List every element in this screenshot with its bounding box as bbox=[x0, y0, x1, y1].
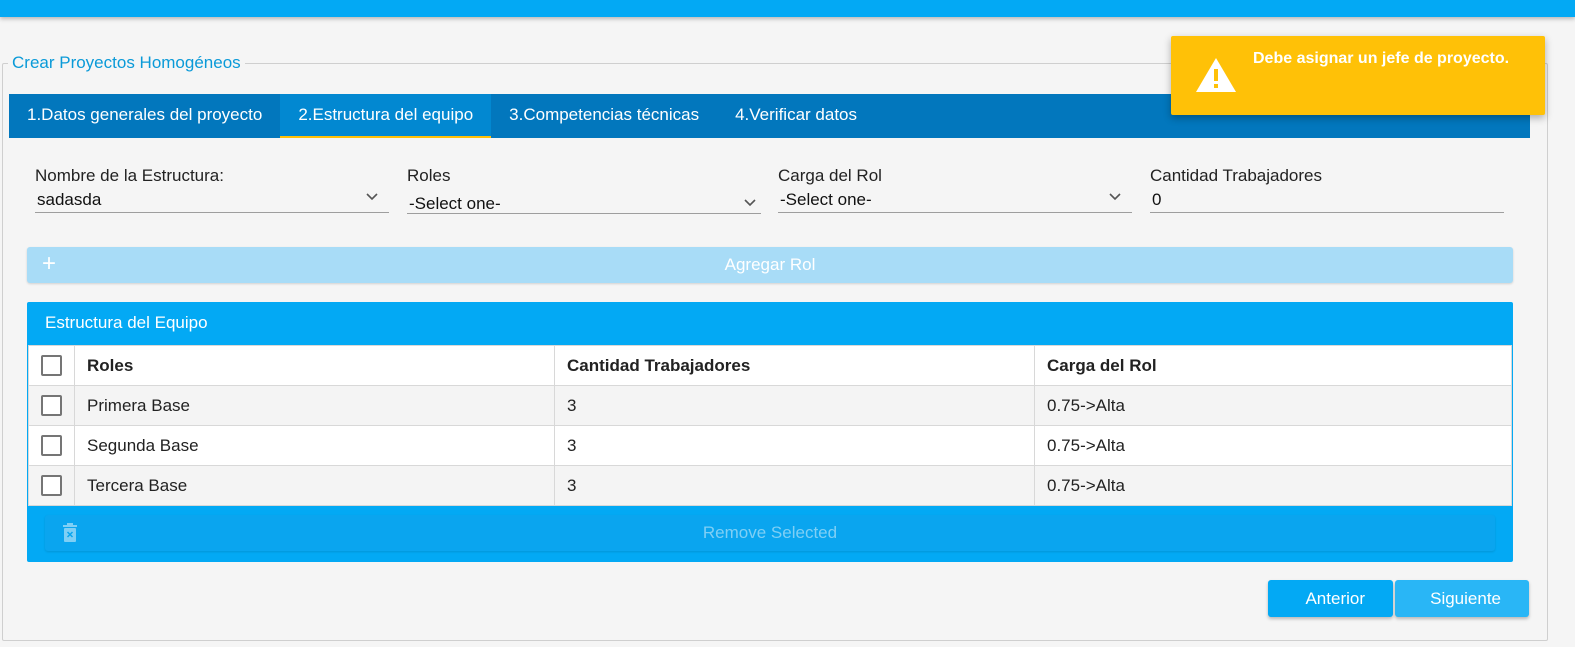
tab-verificar-datos[interactable]: 4.Verificar datos bbox=[717, 94, 875, 138]
top-app-bar bbox=[0, 0, 1575, 17]
remove-selected-label: Remove Selected bbox=[702, 523, 838, 542]
toast-message: Debe asignar un jefe de proyecto. bbox=[1253, 50, 1510, 67]
siguiente-button[interactable]: Siguiente bbox=[1395, 580, 1529, 617]
estructura-select[interactable]: sadasda bbox=[35, 186, 389, 213]
roles-label: Roles bbox=[407, 166, 451, 185]
cantidad-label: Cantidad Trabajadores bbox=[1150, 166, 1323, 185]
column-header-cantidad[interactable]: Cantidad Trabajadores bbox=[554, 345, 1035, 386]
roles-table: Roles Cantidad Trabajadores Carga del Ro… bbox=[28, 345, 1512, 506]
row-select-cell bbox=[28, 425, 75, 466]
row-checkbox[interactable] bbox=[41, 395, 62, 416]
estructura-field: Nombre de la Estructura: sadasda bbox=[35, 166, 389, 213]
agregar-rol-button[interactable]: + Agregar Rol bbox=[27, 247, 1513, 283]
fieldset-legend: Crear Proyectos Homogéneos bbox=[8, 53, 245, 73]
cell-rol: Tercera Base bbox=[74, 465, 555, 506]
cell-rol: Primera Base bbox=[74, 385, 555, 426]
carga-value: -Select one- bbox=[780, 190, 872, 209]
row-select-cell bbox=[28, 385, 75, 426]
cantidad-input[interactable]: 0 bbox=[1150, 186, 1504, 213]
cell-carga: 0.75->Alta bbox=[1034, 425, 1512, 466]
table-row[interactable]: Tercera Base 3 0.75->Alta bbox=[28, 465, 1512, 506]
row-checkbox[interactable] bbox=[41, 435, 62, 456]
table-header-row: Roles Cantidad Trabajadores Carga del Ro… bbox=[28, 345, 1512, 386]
cell-cantidad: 3 bbox=[554, 465, 1035, 506]
remove-selected-button[interactable]: Remove Selected bbox=[45, 515, 1495, 551]
chevron-down-icon bbox=[366, 193, 378, 201]
plus-icon: + bbox=[42, 250, 57, 277]
select-all-checkbox[interactable] bbox=[41, 355, 62, 376]
tab-datos-generales[interactable]: 1.Datos generales del proyecto bbox=[9, 94, 280, 138]
cantidad-field: Cantidad Trabajadores 0 bbox=[1150, 166, 1504, 213]
roles-field: Roles -Select one- bbox=[407, 166, 761, 214]
tab-competencias-tecnicas[interactable]: 3.Competencias técnicas bbox=[491, 94, 717, 138]
estructura-value: sadasda bbox=[37, 190, 102, 209]
cantidad-value: 0 bbox=[1152, 190, 1162, 209]
panel-title: Estructura del Equipo bbox=[45, 313, 208, 332]
chevron-down-icon bbox=[744, 199, 756, 207]
roles-value: -Select one- bbox=[409, 194, 501, 213]
cell-cantidad: 3 bbox=[554, 425, 1035, 466]
roles-select[interactable]: -Select one- bbox=[407, 186, 761, 214]
warning-icon bbox=[1196, 58, 1236, 92]
anterior-button[interactable]: Anterior bbox=[1268, 580, 1393, 617]
table-row[interactable]: Primera Base 3 0.75->Alta bbox=[28, 385, 1512, 426]
cell-cantidad: 3 bbox=[554, 385, 1035, 426]
carga-field: Carga del Rol -Select one- bbox=[778, 166, 1132, 213]
row-checkbox[interactable] bbox=[41, 475, 62, 496]
row-select-cell bbox=[28, 465, 75, 506]
estructura-label: Nombre de la Estructura: bbox=[35, 166, 224, 185]
estructura-equipo-panel: Estructura del Equipo Roles Cantidad Tra… bbox=[27, 302, 1513, 562]
tab-estructura-equipo[interactable]: 2.Estructura del equipo bbox=[280, 94, 492, 138]
carga-select[interactable]: -Select one- bbox=[778, 186, 1132, 213]
warning-toast[interactable]: Debe asignar un jefe de proyecto. bbox=[1171, 36, 1545, 115]
cell-carga: 0.75->Alta bbox=[1034, 385, 1512, 426]
column-header-carga[interactable]: Carga del Rol bbox=[1034, 345, 1512, 386]
cell-carga: 0.75->Alta bbox=[1034, 465, 1512, 506]
agregar-rol-label: Agregar Rol bbox=[724, 255, 816, 274]
cell-rol: Segunda Base bbox=[74, 425, 555, 466]
select-all-cell bbox=[28, 345, 75, 386]
carga-label: Carga del Rol bbox=[778, 166, 882, 185]
trash-icon bbox=[63, 523, 77, 542]
column-header-roles[interactable]: Roles bbox=[74, 345, 555, 386]
table-row[interactable]: Segunda Base 3 0.75->Alta bbox=[28, 425, 1512, 466]
chevron-down-icon bbox=[1109, 193, 1121, 201]
